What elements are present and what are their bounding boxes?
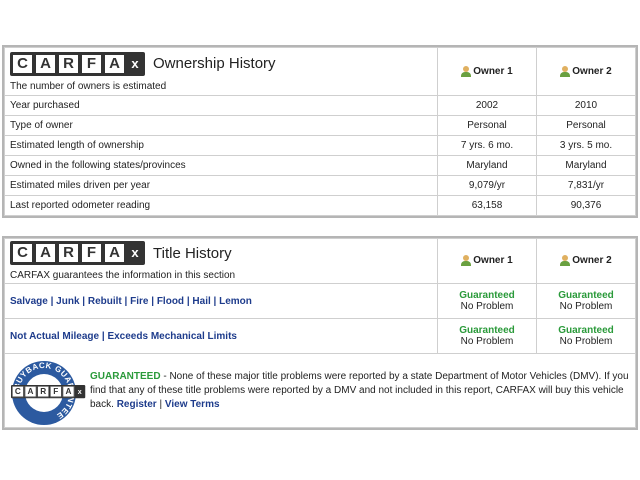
row-label: Type of owner [4, 115, 438, 136]
result-label: No Problem [460, 336, 514, 347]
table-row: Not Actual Mileage | Exceeds Mechanical … [4, 318, 636, 354]
title-history-panel: C A R F Ax Title History CARFAX guarantees the… [2, 236, 638, 430]
cell: 2010 [536, 95, 636, 116]
status-cell: Guaranteed No Problem [536, 283, 636, 319]
carfax-logo: CARFAx [10, 51, 145, 76]
owner-label: Owner 1 [473, 66, 513, 78]
title-problem-links: Not Actual Mileage | Exceeds Mechanical … [4, 318, 438, 354]
row-label: Estimated miles driven per year [4, 175, 438, 196]
owner-1-header: Owner 1 [437, 47, 537, 96]
cell: Maryland [536, 155, 636, 176]
user-icon [560, 255, 571, 267]
table-row: Salvage | Junk | Rebuilt | Fire | Flood … [4, 283, 636, 319]
result-label: No Problem [559, 301, 613, 312]
guaranteed-label: Guaranteed [558, 325, 614, 336]
cell: 3 yrs. 5 mo. [536, 135, 636, 156]
cell: 9,079/yr [437, 175, 537, 196]
owner-label: Owner 1 [473, 255, 513, 267]
row-label: Year purchased [4, 95, 438, 116]
title-problem-link[interactable]: Salvage [10, 296, 48, 307]
status-cell: Guaranteed No Problem [437, 283, 537, 319]
link-separator: | [148, 295, 157, 307]
buyback-guarantee-seal: BUYBACK GUARANTEE CARFAx [11, 360, 86, 426]
table-row: Last reported odometer reading 63,158 90,3… [4, 195, 636, 216]
section-title: Title History [153, 244, 232, 262]
cell: 7 yrs. 6 mo. [437, 135, 537, 156]
row-label: Owned in the following states/provinces [4, 155, 438, 176]
result-label: No Problem [559, 336, 613, 347]
section-title: Ownership History [153, 55, 276, 72]
table-row: Owned in the following states/provinces M… [4, 155, 636, 176]
row-label: Last reported odometer reading [4, 195, 438, 216]
register-link[interactable]: Register [117, 399, 157, 410]
link-separator: | [79, 295, 88, 307]
table-row: Type of owner Personal Personal [4, 115, 636, 136]
guaranteed-label: Guaranteed [459, 325, 515, 336]
cell: 63,158 [437, 195, 537, 216]
row-label: Estimated length of ownership [4, 135, 438, 156]
view-terms-link[interactable]: View Terms [165, 399, 220, 410]
section-subtitle: CARFAX guarantees the information in thi… [10, 270, 236, 281]
owner-2-header: Owner 2 [536, 238, 636, 284]
owner-1-header: Owner 1 [437, 238, 537, 284]
guaranteed-label: Guaranteed [459, 290, 515, 301]
title-problem-link[interactable]: Junk [56, 296, 79, 307]
status-cell: Guaranteed No Problem [536, 318, 636, 354]
status-cell: Guaranteed No Problem [437, 318, 537, 354]
section-subtitle: The number of owners is estimated [10, 80, 167, 92]
link-separator: | [210, 295, 220, 307]
cell: Personal [536, 115, 636, 136]
cell: 90,376 [536, 195, 636, 216]
user-icon [461, 65, 472, 77]
table-row: Estimated length of ownership 7 yrs. 6 mo… [4, 135, 636, 156]
owner-label: Owner 2 [572, 255, 612, 267]
user-icon [560, 65, 571, 77]
link-separator: | [121, 295, 131, 307]
title-problem-link[interactable]: Hail [192, 296, 210, 307]
cell: 2002 [437, 95, 537, 116]
table-row: Year purchased 2002 2010 [4, 95, 636, 116]
user-icon [461, 255, 472, 267]
link-separator: | [47, 295, 57, 307]
table-row: Estimated miles driven per year 9,079/yr 7… [4, 175, 636, 196]
cell: Maryland [437, 155, 537, 176]
title-header: C A R F Ax Title History CARFAX guarantees the… [4, 238, 438, 284]
cell: Personal [437, 115, 537, 136]
owner-2-header: Owner 2 [536, 47, 636, 96]
owner-label: Owner 2 [572, 66, 612, 78]
cell: 7,831/yr [536, 175, 636, 196]
title-problem-link[interactable]: Exceeds Mechanical Limits [107, 331, 237, 342]
title-problem-link[interactable]: Fire [130, 296, 148, 307]
carfax-logo: CARFAx [10, 241, 145, 265]
title-problem-link[interactable]: Not Actual Mileage [10, 331, 99, 342]
result-label: No Problem [460, 301, 514, 312]
guaranteed-heading: GUARANTEED [90, 370, 161, 382]
guaranteed-label: Guaranteed [558, 290, 614, 301]
title-problem-link[interactable]: Rebuilt [88, 296, 122, 307]
title-problem-link[interactable]: Flood [157, 296, 184, 307]
title-problem-links: Salvage | Junk | Rebuilt | Fire | Flood … [4, 283, 438, 319]
title-problem-link[interactable]: Lemon [219, 296, 252, 307]
guarantee-section: BUYBACK GUARANTEE CARFAx GUARANTEED - No… [4, 353, 636, 428]
ownership-history-panel: C A R F Ax Ownership History The number of own… [2, 45, 638, 218]
ownership-header: C A R F Ax Ownership History The number of own… [4, 47, 438, 96]
